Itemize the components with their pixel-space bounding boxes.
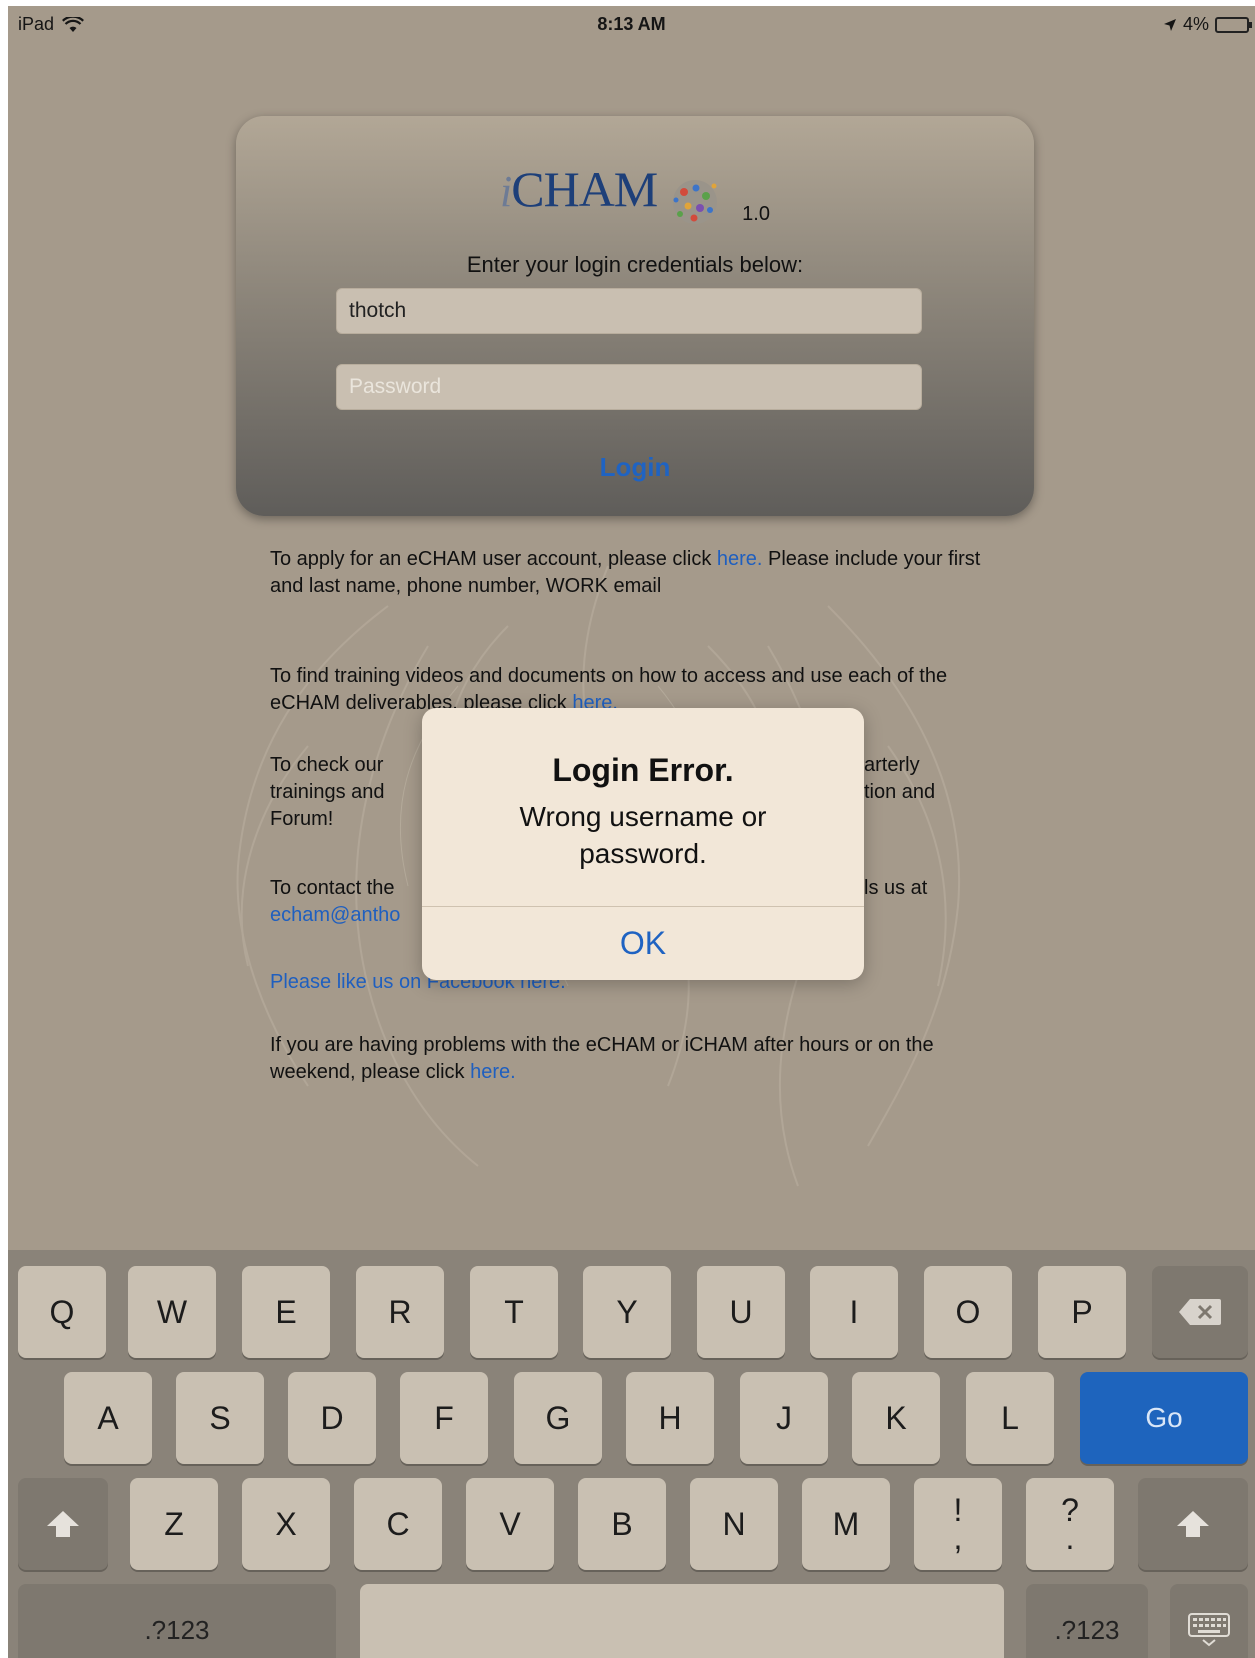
status-right: 4% [1163,14,1252,35]
numbers-key-right[interactable]: .?123 [1026,1584,1148,1658]
logo-text: iCHAM [500,161,658,217]
shift-key-right[interactable] [1138,1478,1248,1570]
app-version: 1.0 [742,203,770,225]
key-g[interactable]: G [514,1372,602,1464]
alert-message: Wrong username or password. [519,801,767,869]
logo-globe-icon [672,179,717,224]
contact-email-link[interactable]: echam@antho [270,904,400,926]
login-prompt: Enter your login credentials below: [466,252,804,277]
battery-icon [1215,16,1252,33]
key-v[interactable]: V [466,1478,554,1570]
key-r[interactable]: R [356,1266,444,1358]
username-input[interactable]: thotch [336,288,922,334]
key-a[interactable]: A [64,1372,152,1464]
contact-paragraph-right: ls us at [864,877,928,899]
login-button[interactable]: Login [236,452,1034,483]
key-d[interactable]: D [288,1372,376,1464]
shift-key-left[interactable] [18,1478,108,1570]
hide-keyboard-key[interactable] [1170,1584,1248,1658]
key-o[interactable]: O [924,1266,1012,1358]
key-t[interactable]: T [470,1266,558,1358]
check-paragraph-left: To check our trainings and Forum! [270,754,385,830]
password-input[interactable]: Password [336,364,922,410]
key-b[interactable]: B [578,1478,666,1570]
backspace-icon [1179,1299,1221,1325]
shift-arrow-icon [1177,1511,1209,1537]
location-arrow-icon [1163,18,1176,31]
on-screen-keyboard: Q W E R T Y U I O P A S D F G H J K L Go [8,1250,1255,1658]
key-p[interactable]: P [1038,1266,1126,1358]
contact-paragraph-left: To contact the echam@antho [270,877,401,926]
key-l[interactable]: L [966,1372,1054,1464]
key-question-period[interactable]: ? . [1026,1478,1114,1570]
key-q[interactable]: Q [18,1266,106,1358]
check-paragraph-right: arterly tion and [864,754,936,803]
numbers-key-left[interactable]: .?123 [18,1584,336,1658]
alert-ok-button[interactable]: OK [422,906,864,980]
key-f[interactable]: F [400,1372,488,1464]
shift-arrow-icon [47,1511,79,1537]
status-time: 8:13 AM [597,14,666,34]
space-bar[interactable] [360,1584,1004,1658]
status-bar: iPad 8:13 AM 4% [8,6,1255,46]
alert-title: Login Error. [552,752,734,788]
device-screen: iPad 8:13 AM 4% iCHAM 1.0 Enter your log… [8,6,1255,1658]
key-n[interactable]: N [690,1478,778,1570]
problems-link[interactable]: here. [470,1061,516,1083]
login-card: iCHAM 1.0 Enter your login credentials b… [236,116,1034,516]
problems-paragraph: If you are having problems with the eCHA… [270,1034,934,1083]
backspace-key[interactable] [1152,1266,1248,1358]
key-y[interactable]: Y [583,1266,671,1358]
key-c[interactable]: C [354,1478,442,1570]
key-s[interactable]: S [176,1372,264,1464]
key-m[interactable]: M [802,1478,890,1570]
key-i[interactable]: I [810,1266,898,1358]
key-exclaim-comma[interactable]: ! , [914,1478,1002,1570]
apply-paragraph: To apply for an eCHAM user account, plea… [270,548,981,597]
key-z[interactable]: Z [130,1478,218,1570]
apply-link[interactable]: here. [717,548,763,570]
key-h[interactable]: H [626,1372,714,1464]
key-x[interactable]: X [242,1478,330,1570]
login-error-alert: Login Error. Wrong username or password.… [422,708,864,980]
key-j[interactable]: J [740,1372,828,1464]
go-key[interactable]: Go [1080,1372,1248,1464]
keyboard-hide-icon [1188,1613,1230,1647]
battery-percent: 4% [1182,14,1209,34]
key-e[interactable]: E [242,1266,330,1358]
key-u[interactable]: U [697,1266,785,1358]
key-k[interactable]: K [852,1372,940,1464]
app-logo: iCHAM 1.0 [236,160,1034,225]
key-w[interactable]: W [128,1266,216,1358]
